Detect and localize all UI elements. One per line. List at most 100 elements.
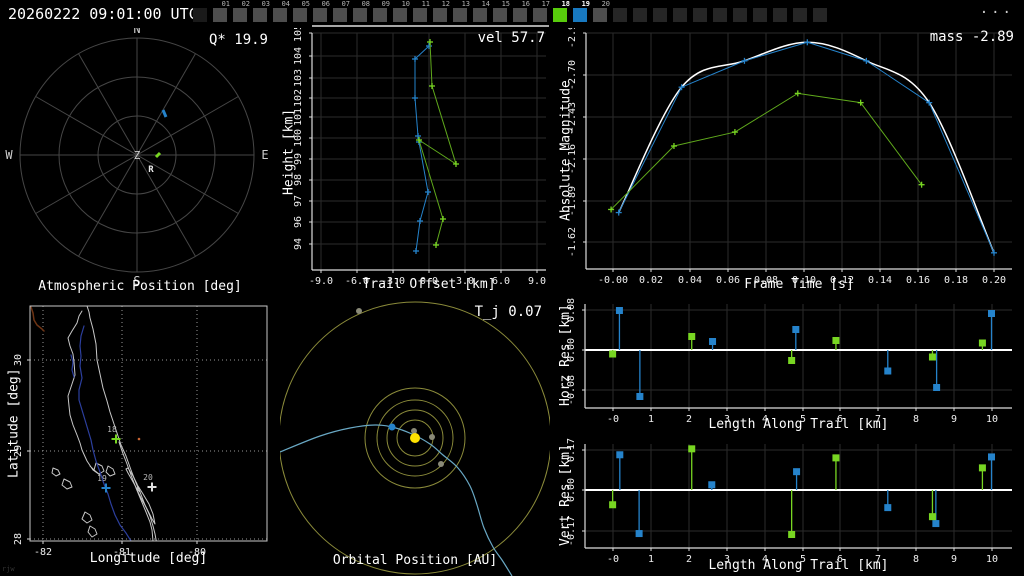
vertical-residuals-chart: -0 1 2 3 4 5 6 7 8 9 100.170.00-0.17 xyxy=(566,438,1012,565)
svg-text:E: E xyxy=(261,148,268,162)
frame-thumbnail-09[interactable]: 09 xyxy=(372,0,392,27)
frame-thumbnail-image xyxy=(193,8,207,22)
overflow-menu-button[interactable]: ... xyxy=(980,1,1014,17)
frame-thumbnail-image xyxy=(433,8,447,22)
frame-thumbnail-image xyxy=(393,8,407,22)
frame-thumbnail-image xyxy=(613,8,627,22)
frame-thumbnail-blank-24[interactable] xyxy=(672,0,692,27)
atmospheric-position-chart: NESW ZR xyxy=(5,28,268,288)
frame-thumbnail-image xyxy=(733,8,747,22)
tisserand-badge: T_j 0.07 xyxy=(474,304,542,320)
frame-thumbnail-05[interactable]: 05 xyxy=(292,0,312,27)
frame-thumbnail-image xyxy=(253,8,267,22)
trail-offset-chart: -9.0 -6.0 -3.0 0.0 3.0 6.0 9.01051041031021011… xyxy=(293,28,546,287)
frame-thumbnail-12[interactable]: 12 xyxy=(432,0,452,27)
frame-thumbnail-11[interactable]: 11 xyxy=(412,0,432,27)
frame-thumbnail-02[interactable]: 02 xyxy=(232,0,252,27)
vert-res-ylabel: Vert Res [km] xyxy=(558,444,573,546)
frame-thumbnail-image xyxy=(473,8,487,22)
frame-number-label: 06 xyxy=(321,0,330,8)
frame-thumbnail-01[interactable]: 01 xyxy=(212,0,232,27)
frame-thumbnail-image xyxy=(753,8,767,22)
frame-thumbnail-14[interactable]: 14 xyxy=(472,0,492,27)
timestamp: 20260222 09:01:00 UTC xyxy=(8,5,198,23)
frame-thumbnail-image xyxy=(313,8,327,22)
frame-thumbnail-image xyxy=(333,8,347,22)
frame-number-label: 12 xyxy=(441,0,450,8)
frame-thumbnail-blank-0[interactable] xyxy=(192,0,212,27)
frame-thumbnail-image xyxy=(533,8,547,22)
map-ylabel: Latitude [deg] xyxy=(6,368,22,479)
frame-thumbnail-03[interactable]: 03 xyxy=(252,0,272,27)
frame-thumbnail-image xyxy=(813,8,827,22)
frame-thumbnail-blank-31[interactable] xyxy=(812,0,832,27)
frame-thumbnail-blank-22[interactable] xyxy=(632,0,652,27)
svg-text:20: 20 xyxy=(143,473,153,482)
frame-thumbnail-image xyxy=(633,8,647,22)
frame-thumbnail-blank-21[interactable] xyxy=(612,0,632,27)
frame-number-label: 20 xyxy=(601,0,610,8)
frame-thumbnail-blank-25[interactable] xyxy=(692,0,712,27)
frame-thumbnail-15[interactable]: 15 xyxy=(492,0,512,27)
frame-thumbnail-17[interactable]: 17 xyxy=(532,0,552,27)
meteor-analysis-app: 20260222 09:01:00 UTC 01 02 03 04 05 06 07 08 09… xyxy=(0,0,1024,576)
horz-res-xlabel: Length Along Trail [km] xyxy=(708,417,889,432)
frame-number-label: 04 xyxy=(281,0,290,8)
frame-number-label: 14 xyxy=(481,0,490,8)
panel-magnitude: -0.00 0.02 0.04 0.06 0.08 0.10 0.12 0.14 0.16 0.1… xyxy=(550,28,1024,298)
frame-thumbnail-blank-23[interactable] xyxy=(652,0,672,27)
magnitude-chart: -0.00 0.02 0.04 0.06 0.08 0.10 0.12 0.14 0.16 0.1… xyxy=(567,28,1012,286)
frame-strip-scrollbar[interactable] xyxy=(312,25,549,27)
map-xlabel: Longitude [deg] xyxy=(89,551,208,566)
trail-xlabel: Trail Offset [km] xyxy=(362,277,496,292)
frame-thumbnail-image xyxy=(413,8,427,22)
frame-thumbnail-blank-29[interactable] xyxy=(772,0,792,27)
frame-number-label: 18 xyxy=(561,0,570,8)
svg-text:18: 18 xyxy=(107,425,117,434)
ground-map-chart: 1819 20-82 -81 -80302928 xyxy=(13,305,268,558)
frame-thumbnail-image xyxy=(373,8,387,22)
frame-number-label: 17 xyxy=(541,0,550,8)
frame-thumbnail-blank-26[interactable] xyxy=(712,0,732,27)
frame-strip: 01 02 03 04 05 06 07 08 09 10 11 12 13 14 15 16 17 18 19 20 xyxy=(192,0,832,28)
orbital-xlabel: Orbital Position [AU] xyxy=(332,553,498,568)
frame-thumbnail-19[interactable]: 19 xyxy=(572,0,592,27)
frame-number-label: 08 xyxy=(361,0,370,8)
svg-text:N: N xyxy=(133,28,140,36)
vert-res-xlabel: Length Along Trail [km] xyxy=(708,558,889,573)
frame-number-label: 13 xyxy=(461,0,470,8)
frame-thumbnail-blank-28[interactable] xyxy=(752,0,772,27)
svg-text:19: 19 xyxy=(97,474,107,483)
frame-thumbnail-13[interactable]: 13 xyxy=(452,0,472,27)
mass-badge: mass -2.89 xyxy=(929,29,1014,45)
panel-atmospheric-position: NESWZR Q* 19.9 Atmospheric Position [deg… xyxy=(0,28,280,298)
frame-thumbnail-image xyxy=(793,8,807,22)
frame-thumbnail-07[interactable]: 07 xyxy=(332,0,352,27)
frame-thumbnail-20[interactable]: 20 xyxy=(592,0,612,27)
frame-number-label: 01 xyxy=(221,0,230,8)
frame-thumbnail-08[interactable]: 08 xyxy=(352,0,372,27)
frame-thumbnail-16[interactable]: 16 xyxy=(512,0,532,27)
frame-number-label: 02 xyxy=(241,0,250,8)
frame-number-label: 11 xyxy=(421,0,430,8)
frame-thumbnail-image xyxy=(713,8,727,22)
frame-thumbnail-10[interactable]: 10 xyxy=(392,0,412,27)
frame-thumbnail-image xyxy=(353,8,367,22)
frame-number-label: 05 xyxy=(301,0,310,8)
atmospheric-xlabel: Atmospheric Position [deg] xyxy=(38,279,242,294)
frame-thumbnail-image xyxy=(693,8,707,22)
frame-number-label: 10 xyxy=(401,0,410,8)
frame-thumbnail-image xyxy=(553,8,567,22)
frame-thumbnail-18[interactable]: 18 xyxy=(552,0,572,27)
panel-ground-map: 18 19 20 -82 -81 -80 30 29 28 Longitude [deg] La… xyxy=(0,298,280,576)
frame-number-label: 16 xyxy=(521,0,530,8)
frame-thumbnail-blank-27[interactable] xyxy=(732,0,752,27)
frame-thumbnail-image xyxy=(453,8,467,22)
svg-text:Z: Z xyxy=(134,149,141,162)
frame-thumbnail-06[interactable]: 06 xyxy=(312,0,332,27)
q-value-badge: Q* 19.9 xyxy=(208,32,268,48)
watermark: rjw xyxy=(2,565,15,573)
frame-thumbnail-04[interactable]: 04 xyxy=(272,0,292,27)
frame-thumbnail-blank-30[interactable] xyxy=(792,0,812,27)
frame-thumbnail-image xyxy=(513,8,527,22)
